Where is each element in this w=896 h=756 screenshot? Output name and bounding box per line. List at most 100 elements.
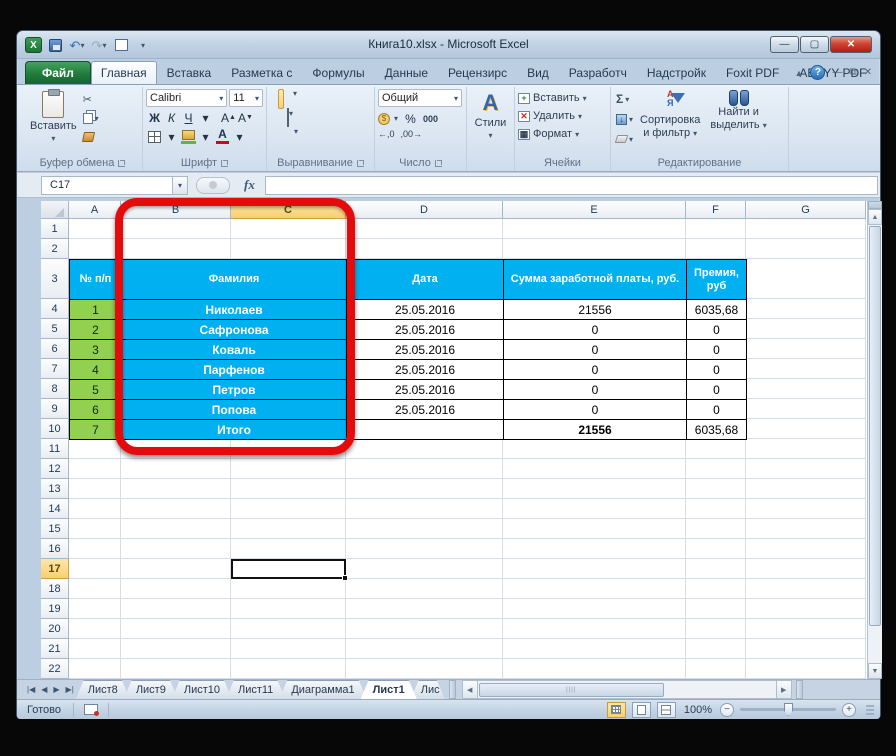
grid-cell[interactable]	[686, 659, 746, 679]
sheet-tab[interactable]: Лист9	[124, 680, 178, 699]
decrease-font-button[interactable]: А▼	[237, 109, 254, 126]
tab-formulas[interactable]: Формулы	[302, 61, 374, 85]
grid-cell[interactable]	[686, 479, 746, 499]
increase-decimal-button[interactable]: ←,0	[378, 129, 395, 139]
dialog-launcher-icon[interactable]	[357, 160, 364, 167]
row-header[interactable]: 16	[41, 539, 69, 559]
name-box-dropdown-icon[interactable]: ▾	[173, 176, 188, 195]
split-handle[interactable]	[868, 201, 882, 209]
doc-close-icon[interactable]: ✕	[864, 67, 872, 78]
cell-d7[interactable]: 25.05.2016	[347, 360, 504, 380]
grid-cell[interactable]	[121, 519, 231, 539]
grid-cell[interactable]	[346, 439, 503, 459]
resize-grip[interactable]	[866, 705, 874, 715]
fill-color-button[interactable]	[180, 128, 197, 145]
paste-button[interactable]: Вставить ▾	[26, 89, 81, 147]
copy-button[interactable]: ▾	[83, 110, 99, 126]
active-cell-selection[interactable]	[231, 559, 346, 579]
grid-cell[interactable]	[746, 639, 866, 659]
grid-cell[interactable]	[503, 459, 686, 479]
grid-cell[interactable]	[121, 619, 231, 639]
grid-cell[interactable]	[746, 439, 866, 459]
help-icon[interactable]: ?	[810, 65, 825, 80]
fx-icon[interactable]: fx	[244, 177, 255, 193]
close-button[interactable]: ✕	[830, 36, 872, 53]
grid-cell[interactable]	[69, 439, 121, 459]
tab-addins[interactable]: Надстройк	[637, 61, 716, 85]
font-name-select[interactable]: Calibri▾	[146, 89, 227, 107]
row-header[interactable]: 5	[41, 319, 69, 339]
align-right-button[interactable]	[278, 109, 282, 127]
grid-cell[interactable]	[121, 659, 231, 679]
grid-cell[interactable]	[686, 619, 746, 639]
cell-e6[interactable]: 0	[504, 340, 687, 360]
cell-f6[interactable]: 0	[687, 340, 747, 360]
row-header[interactable]: 20	[41, 619, 69, 639]
underline-dropdown-icon[interactable]: ▾	[197, 109, 214, 126]
font-color-button[interactable]: А	[214, 128, 231, 145]
grid-cell[interactable]	[69, 479, 121, 499]
font-color-dropdown-icon[interactable]: ▾	[231, 128, 248, 145]
italic-button[interactable]: К	[163, 109, 180, 126]
align-bottom-button[interactable]	[278, 89, 284, 109]
sheet-tab[interactable]: Лист11	[226, 680, 285, 699]
grid-cell[interactable]	[503, 439, 686, 459]
cell-d8[interactable]: 25.05.2016	[347, 380, 504, 400]
row-header[interactable]: 7	[41, 359, 69, 379]
bold-button[interactable]: Ж	[146, 109, 163, 126]
tab-review[interactable]: Рецензирс	[438, 61, 517, 85]
cell-f9[interactable]: 0	[687, 400, 747, 420]
name-box[interactable]: C17	[41, 176, 173, 195]
fill-color-dropdown-icon[interactable]: ▾	[197, 128, 214, 145]
grid-cell[interactable]	[231, 599, 346, 619]
grid-cell[interactable]	[686, 539, 746, 559]
cell-d9[interactable]: 25.05.2016	[347, 400, 504, 420]
grid-cell[interactable]	[746, 459, 866, 479]
grid-cell[interactable]	[69, 519, 121, 539]
zoom-out-button[interactable]: −	[720, 703, 734, 717]
autosum-button[interactable]: Σ▾	[616, 91, 633, 107]
grid-cell[interactable]	[746, 599, 866, 619]
vertical-scroll-thumb[interactable]	[869, 226, 881, 626]
tab-split-handle[interactable]	[449, 680, 456, 699]
tab-data[interactable]: Данные	[375, 61, 438, 85]
grid-cell[interactable]	[69, 619, 121, 639]
grid-cell[interactable]	[121, 479, 231, 499]
prev-sheet-icon[interactable]: ◀	[41, 685, 47, 694]
zoom-in-button[interactable]: +	[842, 703, 856, 717]
fill-handle[interactable]	[342, 575, 348, 581]
grid-cell[interactable]	[686, 639, 746, 659]
grid-cell[interactable]	[346, 659, 503, 679]
grid-cell[interactable]	[346, 459, 503, 479]
row-header[interactable]: 14	[41, 499, 69, 519]
column-header[interactable]: G	[746, 201, 866, 219]
cell-e9[interactable]: 0	[504, 400, 687, 420]
grid-cell[interactable]	[746, 399, 866, 419]
page-break-view-button[interactable]	[657, 702, 676, 718]
increase-indent-button[interactable]	[274, 127, 278, 145]
tab-developer[interactable]: Разработч	[559, 61, 637, 85]
grid-cell[interactable]	[746, 539, 866, 559]
grid-cell[interactable]	[686, 579, 746, 599]
grid-cell[interactable]	[121, 639, 231, 659]
grid-cell[interactable]	[686, 239, 746, 259]
grid-cell[interactable]	[231, 639, 346, 659]
merge-dropdown-icon[interactable]: ▾	[289, 109, 293, 127]
column-header[interactable]: D	[346, 201, 503, 219]
grid-cell[interactable]	[686, 459, 746, 479]
delete-cells-button[interactable]: ✕Удалить▾	[518, 107, 607, 125]
row-header[interactable]: 10	[41, 419, 69, 439]
row-header[interactable]: 11	[41, 439, 69, 459]
next-sheet-icon[interactable]: ▶	[53, 685, 59, 694]
grid-cell[interactable]	[346, 619, 503, 639]
page-layout-view-button[interactable]	[632, 702, 651, 718]
grid-cell[interactable]	[346, 559, 503, 579]
grid-cell[interactable]	[503, 239, 686, 259]
grid-cell[interactable]	[69, 659, 121, 679]
dialog-launcher-icon[interactable]	[118, 160, 125, 167]
cell-d10[interactable]	[347, 420, 504, 440]
tab-home[interactable]: Главная	[91, 61, 157, 85]
tab-page-layout[interactable]: Разметка с	[221, 61, 302, 85]
tab-view[interactable]: Вид	[517, 61, 559, 85]
header-cell-sum[interactable]: Сумма заработной платы, руб.	[504, 260, 687, 300]
